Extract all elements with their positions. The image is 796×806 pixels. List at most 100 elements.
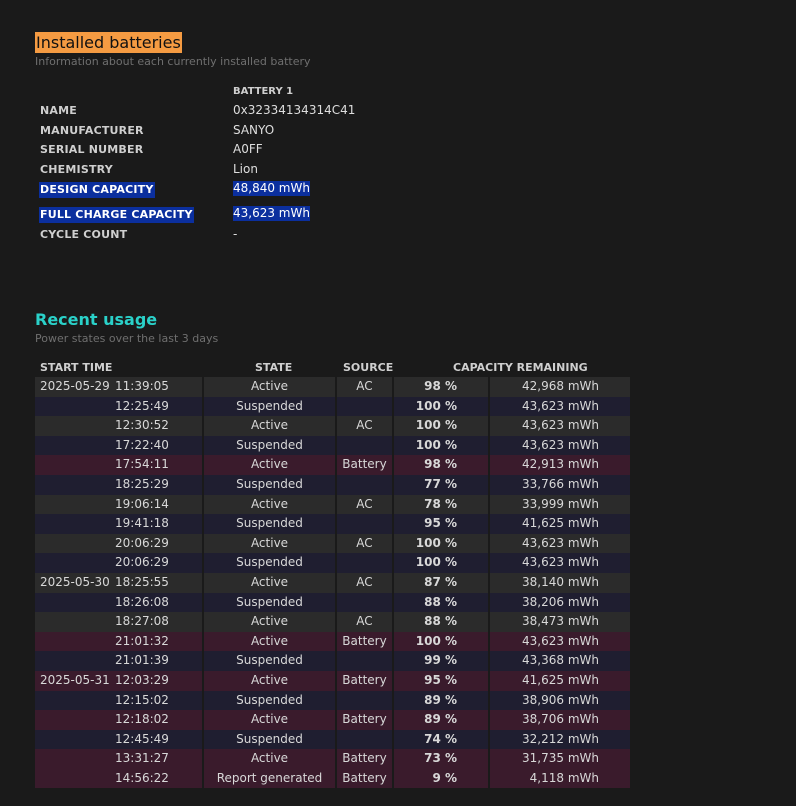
row-capacity-percent: 95 % (424, 672, 457, 687)
column-separator (335, 572, 337, 593)
row-time: 18:26:08 (115, 594, 169, 609)
table-row: 18:25:29 Suspended 77 % 33,766 mWh (35, 474, 630, 495)
column-separator (488, 377, 490, 397)
column-separator (335, 592, 337, 613)
row-source (336, 436, 393, 456)
column-separator (202, 514, 204, 534)
field-value-serial-number: A0FF (233, 142, 263, 156)
column-separator (202, 631, 204, 652)
recent-usage-subtitle: Power states over the last 3 days (35, 332, 219, 345)
column-separator (202, 690, 204, 711)
column-separator (335, 690, 337, 711)
header-start-time: START TIME (40, 361, 113, 374)
row-capacity-percent: 99 % (424, 653, 457, 668)
table-row: 20:06:29 Suspended 100 % 43,623 mWh (35, 553, 630, 573)
table-row: 18:26:08 Suspended 88 % 38,206 mWh (35, 592, 630, 613)
column-separator (335, 416, 337, 436)
column-separator (488, 690, 490, 711)
column-separator (335, 631, 337, 652)
column-separator (335, 455, 337, 475)
column-separator (488, 710, 490, 730)
row-state: Active (250, 672, 289, 687)
row-time: 18:27:08 (115, 614, 169, 629)
column-separator (488, 651, 490, 671)
column-separator (488, 435, 490, 456)
row-time: 19:06:14 (115, 496, 169, 511)
row-source (336, 651, 393, 671)
row-time: 21:01:32 (115, 633, 169, 648)
table-row: 2025-05-31 12:03:29 Active Battery 95 % 41,62… (35, 670, 630, 691)
field-value-design-capacity: 48,840 mWh (233, 181, 310, 196)
installed-batteries-subtitle: Information about each currently install… (35, 55, 311, 68)
table-row: 2025-05-30 18:25:55 Active AC 87 % 38,140 mWh (35, 572, 630, 593)
row-capacity-percent: 98 % (424, 379, 457, 393)
row-time: 13:31:27 (115, 751, 169, 766)
column-separator (202, 494, 204, 515)
row-time: 12:18:02 (115, 712, 169, 727)
column-separator (202, 749, 204, 769)
column-separator (392, 690, 394, 711)
row-state: Suspended (236, 516, 303, 531)
row-capacity-mwh: 43,623 mWh (522, 437, 599, 452)
battery-column-header: BATTERY 1 (233, 86, 294, 97)
row-capacity-mwh: 43,368 mWh (522, 653, 599, 668)
column-separator (202, 533, 204, 554)
row-state: Active (250, 633, 289, 648)
row-capacity-mwh: 32,212 mWh (522, 731, 599, 746)
field-value-chemistry: Lion (233, 162, 258, 176)
row-capacity-percent: 100 % (415, 418, 457, 433)
column-separator (335, 651, 337, 671)
column-separator (488, 474, 490, 495)
column-separator (335, 377, 337, 397)
row-source (336, 730, 393, 750)
row-capacity-percent: 100 % (415, 633, 457, 648)
column-separator (392, 670, 394, 691)
column-separator (335, 729, 337, 750)
table-row: 17:54:11 Active Battery 98 % 42,913 mWh (35, 455, 630, 475)
field-label-manufacturer: MANUFACTURER (40, 124, 144, 137)
row-state: Active (250, 457, 289, 472)
column-separator (202, 768, 204, 789)
table-row: 2025-05-29 11:39:05 Active AC 98 % 42,968 mWh (35, 377, 630, 397)
row-state: Suspended (236, 731, 303, 746)
row-capacity-percent: 100 % (415, 437, 457, 452)
row-capacity-mwh: 43,623 mWh (522, 555, 599, 570)
row-source (336, 514, 393, 534)
column-separator (202, 416, 204, 436)
row-source: AC (356, 574, 373, 589)
row-capacity-mwh: 42,968 mWh (522, 379, 599, 393)
table-row: 19:41:18 Suspended 95 % 41,625 mWh (35, 514, 630, 534)
field-value-manufacturer: SANYO (233, 123, 275, 137)
column-separator (488, 455, 490, 475)
field-label-cycle-count: CYCLE COUNT (40, 228, 128, 241)
row-source: Battery (342, 457, 387, 472)
column-separator (335, 474, 337, 495)
field-value-full-charge-capacity: 43,623 mWh (233, 206, 310, 221)
column-separator (202, 710, 204, 730)
row-capacity-mwh: 43,623 mWh (522, 418, 599, 433)
column-separator (202, 612, 204, 632)
row-time: 18:25:55 (115, 574, 169, 589)
row-capacity-percent: 95 % (424, 516, 457, 531)
column-separator (392, 592, 394, 613)
row-state: Active (250, 496, 289, 511)
row-source: AC (356, 379, 373, 393)
recent-usage-title: Recent usage (35, 310, 158, 329)
column-separator (335, 749, 337, 769)
table-row: 17:22:40 Suspended 100 % 43,623 mWh (35, 435, 630, 456)
row-state: Suspended (236, 476, 303, 491)
table-row: 13:31:27 Active Battery 73 % 31,735 mWh (35, 749, 630, 769)
column-separator (335, 435, 337, 456)
column-separator (392, 631, 394, 652)
row-state: Active (250, 751, 289, 766)
row-time: 12:15:02 (115, 692, 169, 707)
row-capacity-mwh: 43,623 mWh (522, 535, 599, 550)
row-source: AC (356, 418, 373, 433)
row-time: 17:54:11 (115, 457, 169, 472)
column-separator (202, 553, 204, 573)
row-time: 14:56:22 (115, 770, 169, 785)
row-source: Battery (342, 751, 387, 766)
row-state: Active (250, 574, 289, 589)
column-separator (202, 396, 204, 417)
column-separator (392, 514, 394, 534)
